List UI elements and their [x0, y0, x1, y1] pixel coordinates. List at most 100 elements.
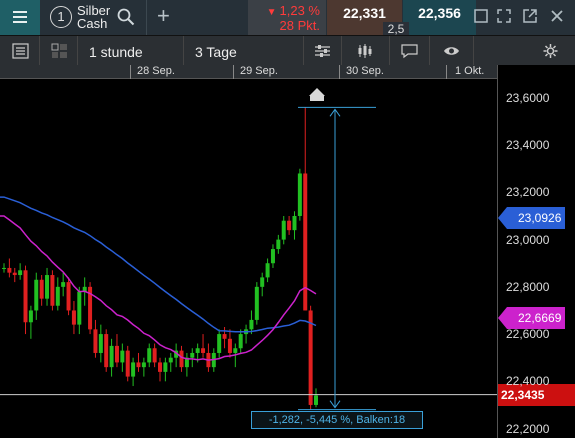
candle-body	[314, 395, 318, 405]
interval-select[interactable]: 1 stunde	[78, 36, 184, 66]
popout-icon[interactable]	[523, 9, 537, 23]
chart-toolbar: 1 stunde 3 Tage	[0, 35, 575, 66]
range-label: 3 Tage	[195, 44, 237, 60]
date-axis: 28 Sep. 29 Sep. 30 Sep. 1 Okt.	[0, 65, 497, 79]
instrument-name[interactable]: Silber Cash	[77, 4, 117, 30]
candle-body	[66, 282, 71, 311]
instrument-header: 1 Silber Cash + ▼ 1,23 % 28 Pkt. 22,331 2…	[0, 0, 575, 37]
candle-body	[179, 350, 184, 368]
visibility-button[interactable]	[430, 36, 474, 66]
candle-body	[45, 275, 50, 299]
eye-icon	[444, 47, 459, 55]
ma-blue-tag: 23,0926	[498, 206, 565, 229]
candle-body	[260, 277, 265, 287]
candle-body	[292, 215, 297, 231]
candle-body	[77, 291, 82, 325]
measure-handle-icon	[309, 88, 325, 101]
candle-body	[120, 350, 125, 363]
bid-price: 22,331	[343, 5, 386, 21]
range-select[interactable]: 3 Tage	[184, 36, 304, 66]
candle-body	[136, 362, 141, 368]
candle-body	[34, 279, 39, 311]
candle-body	[71, 310, 76, 325]
candle-body	[131, 362, 136, 377]
candle-body	[217, 334, 222, 353]
ask-button[interactable]: 22,356	[403, 0, 476, 35]
layout-button[interactable]	[40, 36, 78, 66]
ask-price: 22,356	[418, 5, 461, 21]
candle-body	[308, 310, 313, 405]
date-label: 30 Sep.	[346, 65, 384, 77]
close-icon[interactable]	[550, 9, 564, 23]
candle-body	[39, 279, 44, 299]
menu-button[interactable]	[0, 0, 40, 35]
candle-body	[227, 338, 232, 353]
candle-body	[28, 310, 33, 323]
candle-body	[98, 334, 103, 353]
candle-body	[270, 249, 275, 264]
checkbox-icon[interactable]	[474, 9, 488, 23]
change-points: 28 Pkt.	[279, 18, 320, 33]
price-chart[interactable]	[0, 79, 497, 438]
candle-body	[254, 286, 259, 320]
instrument-slot-badge[interactable]: 1	[50, 6, 72, 28]
candle-body	[287, 220, 292, 231]
candle-body	[303, 173, 308, 311]
list-icon	[12, 43, 29, 59]
gear-icon	[543, 44, 558, 58]
price-tick-label: 22,8000	[506, 279, 550, 294]
candle-body	[222, 334, 227, 339]
candle-body	[55, 286, 60, 306]
sliders-icon	[315, 45, 330, 57]
interval-label: 1 stunde	[89, 44, 143, 60]
settings-sliders-button[interactable]	[304, 36, 342, 66]
candle-body	[7, 267, 12, 273]
candle-body	[281, 220, 286, 240]
candle-body	[297, 173, 302, 216]
price-tick-label: 23,0000	[506, 232, 550, 247]
comment-button[interactable]	[390, 36, 430, 66]
list-view-button[interactable]	[0, 36, 40, 66]
candle-body	[23, 270, 28, 323]
measurement-label: -1,282, -5,445 %, Balken:18	[251, 411, 423, 429]
candle-body	[168, 357, 173, 363]
candle-body	[195, 348, 200, 353]
candle-body	[141, 362, 146, 368]
date-label: 1 Okt.	[455, 65, 485, 77]
chart-settings-button[interactable]	[474, 36, 575, 66]
price-tick-label: 22,4000	[506, 374, 550, 389]
candle-body	[233, 348, 238, 353]
change-percent: ▼ 1,23 %	[266, 3, 320, 18]
price-tick-label: 23,2000	[506, 185, 550, 200]
candle-body	[61, 282, 66, 287]
price-tick-label: 22,6000	[506, 327, 550, 342]
change-display: ▼ 1,23 % 28 Pkt.	[248, 0, 326, 35]
candle-body	[190, 352, 195, 358]
candle-body	[50, 275, 55, 306]
chart-type-button[interactable]	[342, 36, 390, 66]
expand-icon[interactable]	[497, 9, 511, 23]
candle-body	[12, 272, 17, 276]
candle-body	[238, 334, 243, 349]
price-tick-label: 22,2000	[506, 421, 550, 436]
price-axis: 23,0926 22,6669 22,3435 23,6000 23,4000 23…	[497, 65, 575, 438]
down-triangle-icon: ▼	[266, 7, 277, 18]
candle-body	[18, 270, 23, 276]
price-tick-label: 23,4000	[506, 138, 550, 153]
candle-body	[2, 267, 6, 269]
candle-body	[276, 239, 281, 250]
candle-body	[93, 329, 98, 353]
add-instrument-icon[interactable]: +	[157, 5, 170, 27]
candle-body	[125, 350, 130, 377]
candle-body	[265, 263, 270, 278]
layout-grid-icon	[51, 43, 67, 58]
price-tick-label: 23,6000	[506, 90, 550, 105]
candle-body	[249, 319, 254, 330]
candle-body	[147, 348, 152, 363]
candle-body	[158, 362, 162, 372]
candle-body	[152, 348, 157, 363]
candle-body	[109, 345, 114, 368]
search-icon[interactable]	[117, 8, 135, 26]
candle-body	[163, 362, 168, 372]
candle-body	[104, 334, 109, 368]
